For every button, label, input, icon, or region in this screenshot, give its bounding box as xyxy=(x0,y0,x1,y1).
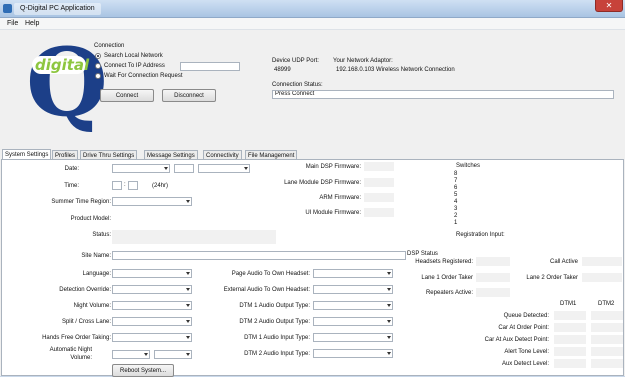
logo-letter: Q xyxy=(26,28,108,138)
dtm1-column-header: DTM1 xyxy=(560,301,577,307)
time-hour-field[interactable] xyxy=(112,181,122,190)
status-label: Status: xyxy=(92,232,111,238)
time-label: Time: xyxy=(64,183,79,189)
arm-label: ARM Firmware: xyxy=(319,195,361,201)
dtm2-input-label: DTM 2 Audio Input Type: xyxy=(244,351,310,357)
external-audio-label: External Audio To Own Headset: xyxy=(223,287,310,293)
udp-port-value: 48999 xyxy=(274,67,291,73)
site-name-field[interactable] xyxy=(112,251,406,260)
summer-time-label: Summer Time Region: xyxy=(51,199,111,205)
summer-time-combo[interactable] xyxy=(112,197,192,206)
network-adaptor-value: 192.168.0.103 Wireless Network Connectio… xyxy=(336,67,455,73)
radio-connect-ip-label[interactable]: Connect To IP Address xyxy=(104,62,165,70)
lane1-order-taker-label: Lane 1 Order Taker xyxy=(421,275,473,281)
car-aux-detect-label: Car At Aux Detect Point: xyxy=(484,337,549,343)
app-window: File Help Q digital Connection Search Lo… xyxy=(0,18,625,377)
radio-wait-request-label[interactable]: Wait For Connection Request xyxy=(104,72,182,80)
queue-detected-label: Queue Detected: xyxy=(503,313,549,319)
switches-label: Switches xyxy=(456,163,481,169)
dtm2-output-label: DTM 2 Audio Output Type: xyxy=(239,319,310,325)
headsets-registered-label: Headsets Registered: xyxy=(415,259,473,265)
page-audio-label: Page Audio To Own Headset: xyxy=(231,271,310,277)
night-volume-combo[interactable] xyxy=(112,301,192,310)
dsp-status-label: DSP Status xyxy=(407,251,438,257)
ip-address-field[interactable] xyxy=(180,62,240,71)
detection-override-label: Detection Override: xyxy=(59,287,111,293)
logo: Q digital xyxy=(26,36,108,130)
date-combo[interactable] xyxy=(112,164,170,173)
dtm1-output-label: DTM 1 Audio Output Type: xyxy=(239,303,310,309)
site-name-label: Site Name: xyxy=(81,253,111,259)
connect-button[interactable]: Connect xyxy=(100,89,154,102)
connection-status-field: Press Connect xyxy=(272,90,614,99)
switch-1: 1 xyxy=(454,220,458,226)
car-order-point-label: Car At Order Point: xyxy=(498,325,549,331)
system-settings-panel: Date: Time: : (24hr) Summer Time Region:… xyxy=(1,159,624,377)
hands-free-label: Hands Free Order Taking: xyxy=(42,335,111,341)
aux-detect-level-label: Aux Detect Level: xyxy=(501,361,549,367)
connection-status-label: Connection Status: xyxy=(272,82,323,88)
night-volume-label: Night Volume: xyxy=(73,303,111,309)
radio-connect-ip[interactable] xyxy=(95,63,101,69)
call-active-label: Call Active xyxy=(549,259,578,265)
external-audio-combo[interactable] xyxy=(313,285,393,294)
auto-night-volume-label: Automatic Night Volume: xyxy=(49,347,92,361)
app-icon xyxy=(3,4,12,13)
date-field[interactable] xyxy=(174,164,194,173)
dtm2-column-header: DTM2 xyxy=(598,301,615,307)
dtm1-output-combo[interactable] xyxy=(313,301,393,310)
alert-tone-level-label: Alert Tone Level: xyxy=(504,349,549,355)
auto-night-volume-combo-1[interactable] xyxy=(112,350,150,359)
status-box xyxy=(112,230,276,244)
date-label: Date: xyxy=(64,166,79,172)
language-combo[interactable] xyxy=(112,269,192,278)
main-dsp-label: Main DSP Firmware: xyxy=(305,164,361,170)
radio-search-local-label[interactable]: Search Local Network xyxy=(104,52,163,60)
time-format-label: (24hr) xyxy=(152,183,169,189)
reboot-system-button[interactable]: Reboot System... xyxy=(112,364,174,377)
network-adaptor-label: Your Network Adaptor: xyxy=(333,58,393,64)
hands-free-combo[interactable] xyxy=(112,333,192,342)
dtm1-input-label: DTM 1 Audio Input Type: xyxy=(244,335,310,341)
menu-file[interactable]: File xyxy=(4,19,21,29)
udp-port-label: Device UDP Port: xyxy=(272,58,319,64)
dtm2-input-combo[interactable] xyxy=(313,349,393,358)
lane-dsp-label: Lane Module DSP Firmware: xyxy=(284,180,361,186)
auto-night-volume-combo-2[interactable] xyxy=(154,350,192,359)
detection-override-combo[interactable] xyxy=(112,285,192,294)
language-label: Language: xyxy=(82,271,111,277)
registration-input-label: Registration Input: xyxy=(456,232,505,238)
lane2-order-taker-label: Lane 2 Order Taker xyxy=(526,275,578,281)
time-separator: : xyxy=(124,182,126,188)
page-audio-combo[interactable] xyxy=(313,269,393,278)
disconnect-button[interactable]: Disconnect xyxy=(162,89,216,102)
radio-wait-request[interactable] xyxy=(95,73,101,79)
dtm1-input-combo[interactable] xyxy=(313,333,393,342)
ui-module-label: UI Module Firmware: xyxy=(305,210,361,216)
title-bar: Q-Digital PC Application ✕ xyxy=(0,0,625,18)
time-minute-field[interactable] xyxy=(128,181,138,190)
window-title: Q-Digital PC Application xyxy=(14,3,101,15)
dtm2-output-combo[interactable] xyxy=(313,317,393,326)
connection-heading: Connection xyxy=(94,43,125,49)
radio-search-local[interactable] xyxy=(95,53,101,59)
split-cross-lane-combo[interactable] xyxy=(112,317,192,326)
date-combo-2[interactable] xyxy=(198,164,250,173)
split-cross-lane-label: Split / Cross Lane: xyxy=(61,319,111,325)
repeaters-active-label: Repeaters Active: xyxy=(425,290,473,296)
close-button[interactable]: ✕ xyxy=(595,0,623,12)
logo-word: digital xyxy=(35,56,90,74)
product-model-label: Product Model: xyxy=(70,216,111,222)
